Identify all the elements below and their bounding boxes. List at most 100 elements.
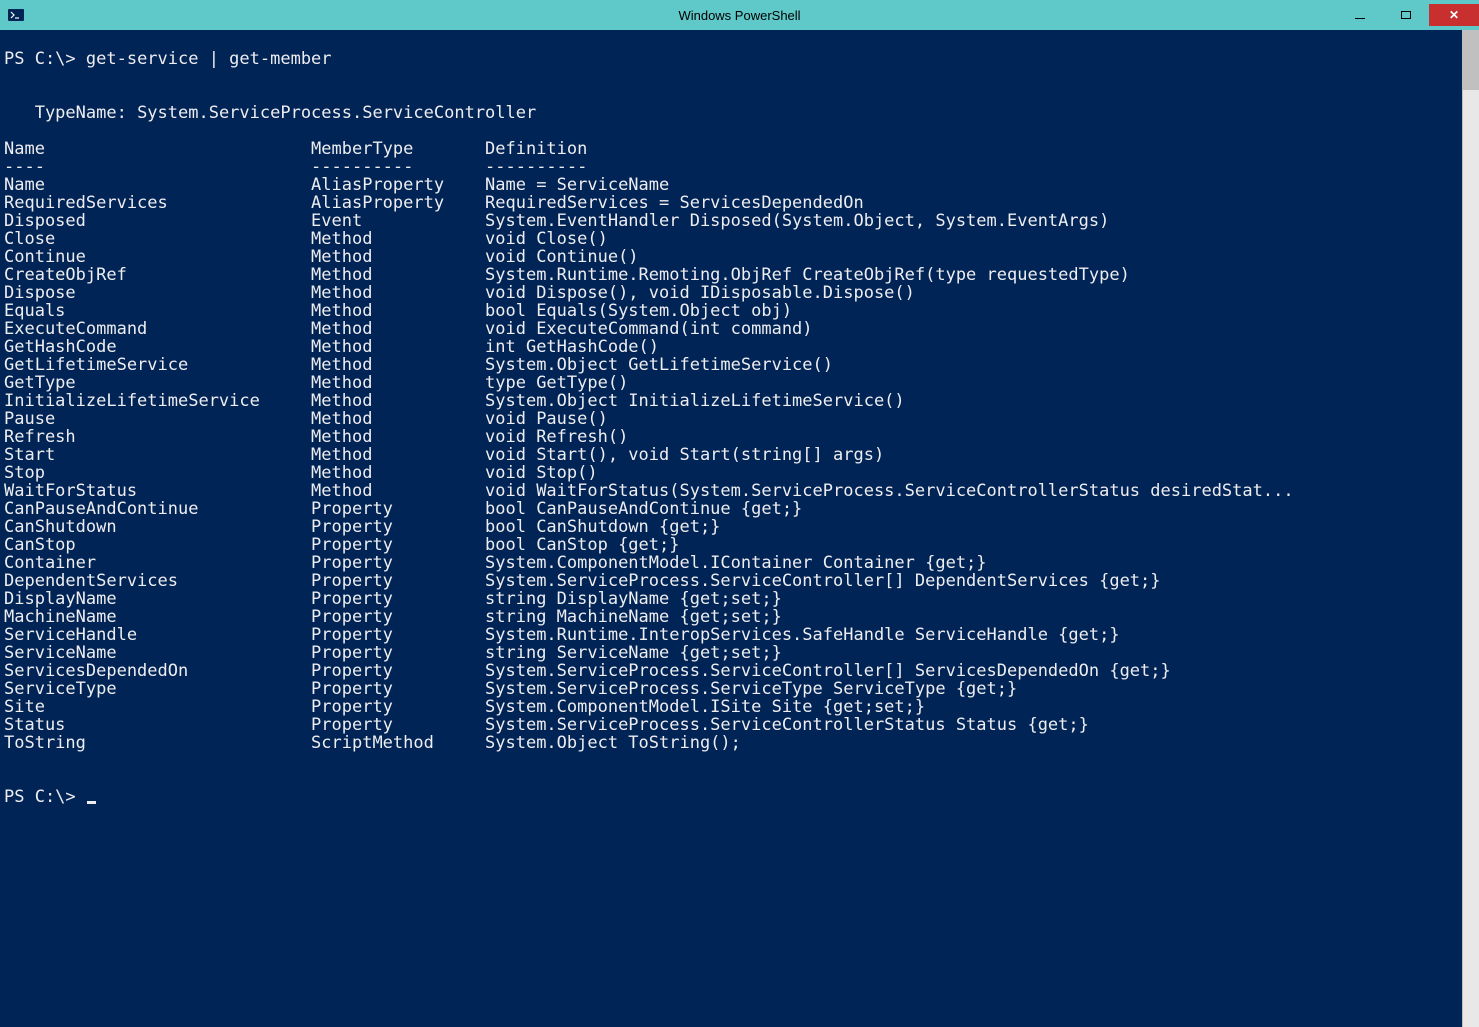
member-row: RefreshMethodvoid Refresh()	[4, 428, 1462, 446]
command-text: get-service | get-member	[86, 49, 332, 69]
typename-label: TypeName:	[4, 103, 137, 123]
member-row: PauseMethodvoid Pause()	[4, 410, 1462, 428]
member-row: ServiceTypePropertySystem.ServiceProcess…	[4, 680, 1462, 698]
member-row: CreateObjRefMethodSystem.Runtime.Remotin…	[4, 266, 1462, 284]
member-name: RequiredServices	[4, 194, 311, 212]
member-row: CanStopPropertybool CanStop {get;}	[4, 536, 1462, 554]
member-row: GetLifetimeServiceMethodSystem.Object Ge…	[4, 356, 1462, 374]
member-name: GetType	[4, 374, 311, 392]
close-button[interactable]: ✕	[1429, 4, 1479, 26]
member-type: Event	[311, 212, 485, 230]
scroll-thumb[interactable]	[1463, 30, 1479, 90]
member-name: ExecuteCommand	[4, 320, 311, 338]
maximize-icon	[1401, 11, 1411, 19]
member-type: Property	[311, 554, 485, 572]
member-type: AliasProperty	[311, 176, 485, 194]
member-definition: type GetType()	[485, 374, 1462, 392]
member-name: Site	[4, 698, 311, 716]
member-definition: void Continue()	[485, 248, 1462, 266]
maximize-button[interactable]	[1383, 4, 1429, 26]
member-type: Method	[311, 248, 485, 266]
member-type: Method	[311, 284, 485, 302]
header-name: Name	[4, 140, 311, 158]
member-row: ExecuteCommandMethodvoid ExecuteCommand(…	[4, 320, 1462, 338]
member-name: CreateObjRef	[4, 266, 311, 284]
divider-type: ----------	[311, 158, 485, 176]
member-definition: System.ComponentModel.IContainer Contain…	[485, 554, 1462, 572]
member-definition: void ExecuteCommand(int command)	[485, 320, 1462, 338]
member-row: CloseMethodvoid Close()	[4, 230, 1462, 248]
member-type: ScriptMethod	[311, 734, 485, 752]
member-row: DisposeMethodvoid Dispose(), void IDispo…	[4, 284, 1462, 302]
member-row: EqualsMethodbool Equals(System.Object ob…	[4, 302, 1462, 320]
member-type: Method	[311, 302, 485, 320]
member-name: MachineName	[4, 608, 311, 626]
close-icon: ✕	[1449, 8, 1459, 22]
member-definition: void Stop()	[485, 464, 1462, 482]
header-type: MemberType	[311, 140, 485, 158]
minimize-button[interactable]	[1337, 4, 1383, 26]
member-row: ToStringScriptMethodSystem.Object ToStri…	[4, 734, 1462, 752]
console-output[interactable]: PS C:\> get-service | get-member TypeNam…	[0, 30, 1462, 1027]
member-type: Property	[311, 698, 485, 716]
member-name: CanPauseAndContinue	[4, 500, 311, 518]
member-type: Property	[311, 608, 485, 626]
member-definition: string ServiceName {get;set;}	[485, 644, 1462, 662]
member-definition: System.ServiceProcess.ServiceController[…	[485, 572, 1462, 590]
member-type: Method	[311, 374, 485, 392]
prompt: PS C:\>	[4, 49, 86, 69]
member-definition: void Dispose(), void IDisposable.Dispose…	[485, 284, 1462, 302]
powershell-icon	[8, 7, 24, 23]
header-def: Definition	[485, 140, 1462, 158]
member-type: Property	[311, 536, 485, 554]
member-type: Method	[311, 320, 485, 338]
member-type: Method	[311, 338, 485, 356]
member-definition: bool Equals(System.Object obj)	[485, 302, 1462, 320]
member-row: ServiceNamePropertystring ServiceName {g…	[4, 644, 1462, 662]
member-name: InitializeLifetimeService	[4, 392, 311, 410]
member-row: InitializeLifetimeServiceMethodSystem.Ob…	[4, 392, 1462, 410]
member-definition: bool CanStop {get;}	[485, 536, 1462, 554]
member-row: ServiceHandlePropertySystem.Runtime.Inte…	[4, 626, 1462, 644]
prompt: PS C:\>	[4, 787, 86, 807]
member-row: DisplayNamePropertystring DisplayName {g…	[4, 590, 1462, 608]
member-row: WaitForStatusMethodvoid WaitForStatus(Sy…	[4, 482, 1462, 500]
member-type: Method	[311, 428, 485, 446]
member-name: Equals	[4, 302, 311, 320]
member-definition: RequiredServices = ServicesDependedOn	[485, 194, 1462, 212]
member-row: RequiredServicesAliasPropertyRequiredSer…	[4, 194, 1462, 212]
vertical-scrollbar[interactable]	[1462, 30, 1479, 1027]
member-name: Container	[4, 554, 311, 572]
member-type: Method	[311, 410, 485, 428]
member-name: Stop	[4, 464, 311, 482]
member-definition: void Close()	[485, 230, 1462, 248]
member-row: MachineNamePropertystring MachineName {g…	[4, 608, 1462, 626]
member-definition: Name = ServiceName	[485, 176, 1462, 194]
divider-name: ----	[4, 158, 311, 176]
member-type: Method	[311, 464, 485, 482]
member-type: Method	[311, 266, 485, 284]
member-type: Property	[311, 590, 485, 608]
member-type: AliasProperty	[311, 194, 485, 212]
member-row: CanShutdownPropertybool CanShutdown {get…	[4, 518, 1462, 536]
member-definition: string MachineName {get;set;}	[485, 608, 1462, 626]
member-definition: System.Object GetLifetimeService()	[485, 356, 1462, 374]
member-name: Name	[4, 176, 311, 194]
member-name: GetHashCode	[4, 338, 311, 356]
member-type: Method	[311, 230, 485, 248]
typename-value: System.ServiceProcess.ServiceController	[137, 103, 536, 123]
member-type: Property	[311, 518, 485, 536]
member-row: DependentServicesPropertySystem.ServiceP…	[4, 572, 1462, 590]
titlebar[interactable]: Windows PowerShell ✕	[0, 0, 1479, 30]
member-type: Method	[311, 446, 485, 464]
member-row: DisposedEventSystem.EventHandler Dispose…	[4, 212, 1462, 230]
member-type: Property	[311, 716, 485, 734]
window-controls: ✕	[1337, 4, 1479, 26]
cursor	[87, 801, 96, 804]
member-definition: void WaitForStatus(System.ServiceProcess…	[485, 482, 1462, 500]
member-row: CanPauseAndContinuePropertybool CanPause…	[4, 500, 1462, 518]
member-definition: void Pause()	[485, 410, 1462, 428]
minimize-icon	[1355, 18, 1365, 19]
member-definition: System.ComponentModel.ISite Site {get;se…	[485, 698, 1462, 716]
member-row: StatusPropertySystem.ServiceProcess.Serv…	[4, 716, 1462, 734]
